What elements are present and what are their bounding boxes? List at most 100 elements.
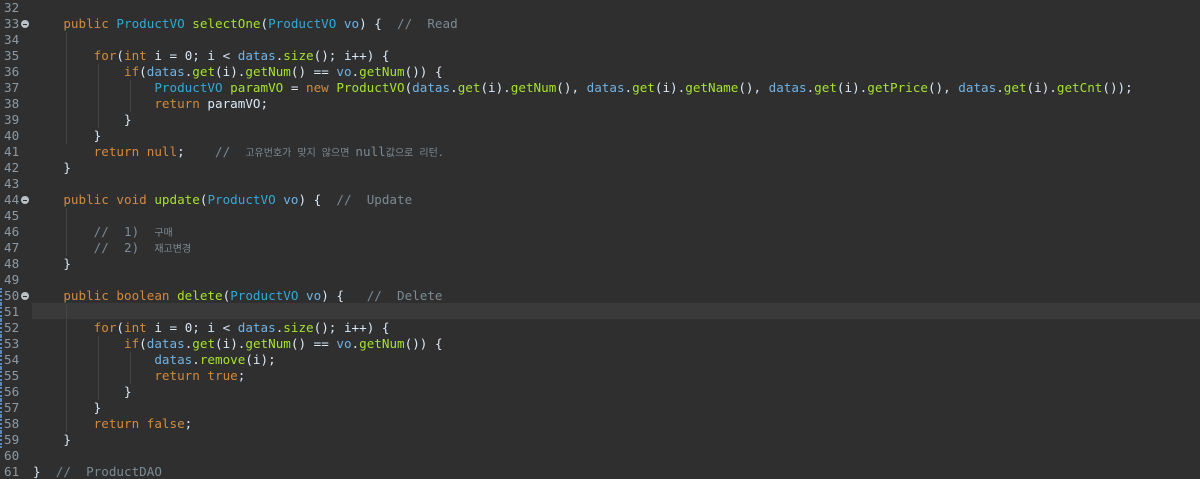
- code-token: ProductVO: [116, 16, 193, 31]
- code-line[interactable]: }: [33, 256, 71, 272]
- line-number: 61: [4, 464, 20, 479]
- current-line-highlight: [32, 303, 1200, 319]
- code-token: ()) {: [404, 64, 443, 79]
- code-token: datas: [958, 80, 997, 95]
- code-token: ProductVO: [207, 192, 284, 207]
- code-token: () ==: [290, 336, 337, 351]
- code-token: ProductVO: [154, 80, 231, 95]
- change-marker: [0, 416, 4, 432]
- code-line[interactable]: }: [33, 112, 132, 128]
- code-line[interactable]: public void update(ProductVO vo) { // Up…: [33, 192, 412, 208]
- code-token: () ==: [290, 64, 337, 79]
- line-number: 37: [4, 80, 20, 95]
- line-number: 56: [4, 384, 20, 399]
- code-token: }: [33, 400, 102, 415]
- code-line[interactable]: // 1) 구매: [33, 224, 173, 240]
- code-token: boolean: [116, 288, 178, 303]
- code-token: =: [283, 80, 306, 95]
- code-token: get: [192, 336, 216, 351]
- code-token: (: [139, 64, 147, 79]
- code-line[interactable]: return true;: [33, 368, 245, 384]
- code-token: .: [996, 80, 1004, 95]
- code-token: }: [33, 128, 102, 143]
- code-line[interactable]: }: [33, 432, 71, 448]
- code-token: if: [124, 336, 140, 351]
- code-token: getNum: [510, 80, 557, 95]
- code-token: i = 0; i <: [154, 48, 238, 63]
- code-token: (: [116, 48, 125, 63]
- code-token: return: [154, 368, 208, 383]
- code-token: datas: [412, 80, 451, 95]
- code-line[interactable]: return paramVO;: [33, 96, 268, 112]
- code-token: datas: [237, 320, 276, 335]
- line-number: 42: [4, 160, 20, 175]
- code-token: return: [154, 96, 208, 111]
- code-line[interactable]: } // ProductDAO: [33, 464, 162, 479]
- code-token: datas: [154, 352, 193, 367]
- code-line[interactable]: public boolean delete(ProductVO vo) { //…: [33, 288, 442, 304]
- line-number: 41: [4, 144, 20, 159]
- code-token: // Update: [336, 192, 413, 207]
- code-line[interactable]: public ProductVO selectOne(ProductVO vo)…: [33, 16, 457, 32]
- fold-toggle-icon[interactable]: [21, 20, 29, 28]
- code-token: 고유번호가 맞지 않으면: [245, 148, 356, 159]
- code-token: ) {: [359, 16, 398, 31]
- code-token: .: [624, 80, 633, 95]
- line-number: 39: [4, 112, 20, 127]
- code-token: datas: [146, 64, 185, 79]
- code-token: vo: [343, 16, 360, 31]
- code-token: null: [355, 144, 386, 159]
- code-token: (: [260, 16, 269, 31]
- line-number-gutter[interactable]: 32 33 34 35 36 37 38 39 40 41 42 43 44 45 46 47 48 49 50 51…: [0, 0, 32, 479]
- code-token: }: [33, 384, 132, 399]
- code-token: getNum: [359, 64, 405, 79]
- code-token: if: [124, 64, 140, 79]
- code-token: public: [63, 288, 117, 303]
- code-line[interactable]: if(datas.get(i).getNum() == vo.getNum())…: [33, 336, 443, 352]
- line-number: 43: [4, 176, 20, 191]
- code-line[interactable]: for(int i = 0; i < datas.size(); i++) {: [33, 320, 390, 336]
- code-token: get: [632, 80, 655, 95]
- code-line[interactable]: }: [33, 400, 102, 416]
- code-token: public: [63, 16, 117, 31]
- code-token: ()) {: [404, 336, 443, 351]
- code-token: int: [124, 48, 155, 63]
- code-token: true: [207, 368, 238, 383]
- code-token: .: [192, 352, 200, 367]
- code-line[interactable]: return false;: [33, 416, 193, 432]
- code-token: (),: [556, 80, 587, 95]
- code-editor[interactable]: 32 33 34 35 36 37 38 39 40 41 42 43 44 45 46 47 48 49 50 51…: [0, 0, 1200, 479]
- code-token: // 2): [93, 240, 155, 255]
- code-token: i = 0; i <: [154, 320, 238, 335]
- fold-toggle-icon[interactable]: [21, 292, 29, 300]
- code-token: get: [1003, 80, 1027, 95]
- code-token: return: [93, 416, 147, 431]
- code-token: ProductVO: [336, 80, 405, 95]
- code-line[interactable]: }: [33, 160, 71, 176]
- code-line[interactable]: for(int i = 0; i < datas.size(); i++) {: [33, 48, 390, 64]
- code-line[interactable]: // 2) 재고변경: [33, 240, 191, 256]
- line-number: 52: [4, 320, 20, 335]
- code-line[interactable]: if(datas.get(i).getNum() == vo.getNum())…: [33, 64, 443, 80]
- code-token: getNum: [245, 336, 291, 351]
- code-line[interactable]: ProductVO paramVO = new ProductVO(datas.…: [33, 80, 1132, 96]
- code-token: ) {: [321, 288, 367, 303]
- code-line[interactable]: }: [33, 128, 102, 144]
- code-token: (); i++) {: [313, 48, 390, 63]
- code-line[interactable]: datas.remove(i);: [33, 352, 275, 368]
- code-token: (i).: [836, 80, 868, 95]
- code-line[interactable]: }: [33, 384, 132, 400]
- fold-toggle-icon[interactable]: [21, 196, 29, 204]
- code-token: update: [154, 192, 200, 207]
- code-line[interactable]: return null; // 고유번호가 맞지 않으면 null값으로 리턴.: [33, 144, 444, 160]
- code-token: (: [139, 336, 147, 351]
- code-token: ;: [184, 416, 193, 431]
- code-token: public: [63, 192, 117, 207]
- code-token: vo: [336, 64, 352, 79]
- line-number: 51: [4, 304, 20, 319]
